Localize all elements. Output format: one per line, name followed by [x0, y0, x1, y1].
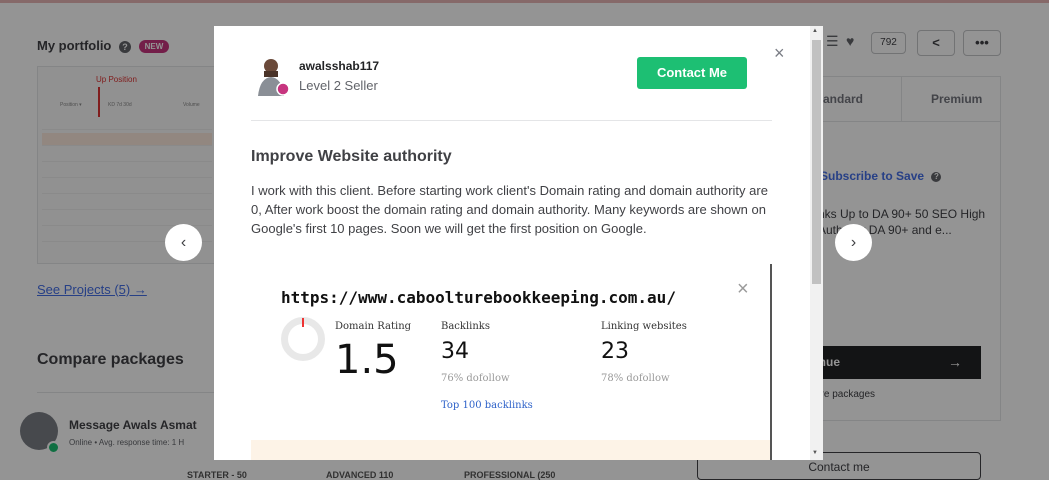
divider	[251, 120, 772, 121]
next-arrow-button[interactable]: ›	[835, 224, 872, 261]
screenshot-close-icon: ×	[737, 278, 749, 300]
scroll-down-icon[interactable]: ▼	[812, 450, 818, 456]
screenshot-footer-band	[251, 440, 770, 460]
project-screenshot: https://www.caboolturebookkeeping.com.au…	[251, 264, 772, 460]
chevron-right-icon: ›	[850, 234, 857, 251]
contact-me-button[interactable]: Contact Me	[637, 57, 747, 89]
backlinks-value: 34	[441, 339, 469, 364]
seller-level: Level 2 Seller	[299, 78, 378, 93]
seller-avatar[interactable]	[256, 56, 289, 96]
linking-websites-label: Linking websites	[601, 321, 687, 332]
domain-rating-label: Domain Rating	[335, 321, 412, 332]
scroll-up-icon[interactable]: ▲	[812, 28, 818, 34]
screenshot-url: https://www.caboolturebookkeeping.com.au…	[281, 288, 676, 307]
close-icon[interactable]: ×	[774, 43, 785, 64]
backlinks-dofollow: 76% dofollow	[441, 373, 510, 384]
backlinks-label: Backlinks	[441, 321, 490, 332]
seller-name[interactable]: awalsshab117	[299, 59, 379, 73]
screenshot-border	[770, 264, 772, 460]
scroll-thumb[interactable]	[812, 40, 821, 284]
modal-scrollbar[interactable]: ▲ ▼	[810, 26, 823, 460]
linking-dofollow: 78% dofollow	[601, 373, 670, 384]
portfolio-modal: × awalsshab117 Level 2 Seller Contact Me…	[214, 26, 823, 460]
gauge-needle	[302, 318, 304, 327]
prev-arrow-button[interactable]: ‹	[165, 224, 202, 261]
project-description: I work with this client. Before starting…	[251, 183, 768, 236]
domain-rating-value: 1.5	[335, 337, 399, 383]
chevron-left-icon: ‹	[180, 234, 187, 251]
linking-websites-value: 23	[601, 339, 629, 364]
project-title: Improve Website authority	[251, 148, 452, 165]
top-backlinks-link: Top 100 backlinks	[441, 400, 533, 411]
